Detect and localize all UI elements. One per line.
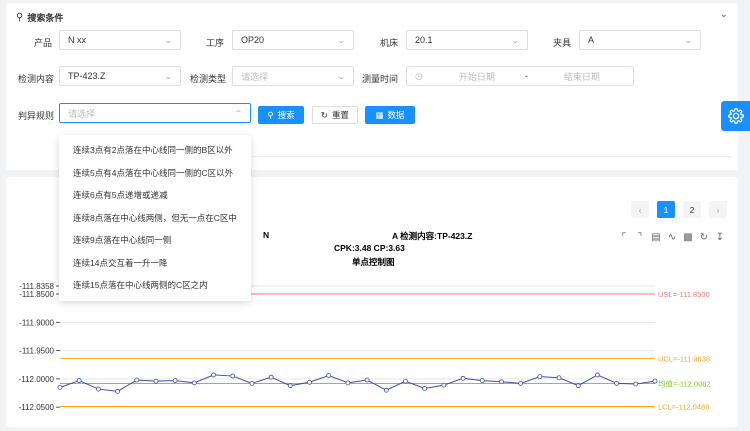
- page-2-button[interactable]: 2: [683, 201, 701, 218]
- inspect-type-placeholder: 请选择: [241, 71, 269, 82]
- rule-option[interactable]: 连续3点有2点落在中心线同一侧的B区以外: [59, 139, 251, 162]
- chevron-down-icon: ⌄: [684, 35, 694, 45]
- reset-button[interactable]: ↻ 重置: [312, 106, 358, 124]
- chevron-down-icon: ⌄: [164, 35, 174, 45]
- line-chart-icon[interactable]: ∿: [666, 231, 678, 243]
- page-1-button[interactable]: 1: [657, 201, 675, 218]
- table-icon: ▦: [375, 109, 384, 120]
- search-panel-title: 搜索条件: [27, 13, 64, 23]
- search-icon: ⚲: [267, 109, 274, 120]
- start-date-input[interactable]: 开始日期: [459, 70, 495, 83]
- date-separator: -: [524, 71, 528, 81]
- rule-select[interactable]: 请选择 ⌃: [59, 103, 251, 123]
- fixture-select[interactable]: A ⌄: [579, 30, 701, 50]
- machine-select[interactable]: 20.1 ⌄: [406, 30, 528, 50]
- process-select[interactable]: OP20 ⌄: [232, 30, 354, 50]
- chart-title-product: N: [263, 230, 270, 240]
- rule-dropdown: 连续3点有2点落在中心线同一侧的B区以外 连续5点有4点落在中心线同一侧的C区以外…: [59, 135, 251, 301]
- zoom-reset-icon[interactable]: ⌝: [634, 231, 646, 243]
- data-view-icon[interactable]: ▤: [650, 231, 662, 243]
- chevron-down-icon: ⌄: [337, 35, 347, 45]
- prev-page-button[interactable]: ‹: [631, 201, 649, 218]
- inspect-type-label: 检测类型: [189, 74, 226, 84]
- pagination: ‹ 1 2 ›: [631, 201, 727, 218]
- machine-value: 20.1: [415, 35, 433, 45]
- search-icon: ⚲: [16, 12, 24, 23]
- chevron-down-icon[interactable]: ⌄: [720, 9, 728, 20]
- inspect-type-select[interactable]: 请选择 ⌄: [232, 66, 354, 86]
- clock-icon: ◷: [415, 70, 423, 81]
- end-date-input[interactable]: 结束日期: [564, 70, 600, 83]
- fixture-value: A: [588, 35, 595, 45]
- reset-button-label: 重置: [332, 110, 350, 120]
- rule-option[interactable]: 连续14点交互着一升一降: [59, 252, 251, 275]
- process-value: OP20: [241, 35, 265, 45]
- product-select[interactable]: N xx ⌄: [59, 30, 181, 50]
- chevron-down-icon: ⌄: [511, 35, 521, 45]
- chevron-down-icon: ⌄: [337, 71, 347, 81]
- chart-title-inspect: A 检测内容:TP-423.Z: [392, 231, 473, 241]
- product-value: N xx: [68, 35, 86, 45]
- restore-icon[interactable]: ↻: [698, 231, 710, 243]
- rule-option[interactable]: 连续9点落在中心线同一侧: [59, 229, 251, 252]
- rule-option[interactable]: 连续6点有5点递增或递减: [59, 184, 251, 207]
- search-panel-header[interactable]: ⚲ 搜索条件: [16, 11, 63, 24]
- measure-time-range[interactable]: ◷ 开始日期 - 结束日期: [406, 66, 634, 86]
- rule-option[interactable]: 连续15点落在中心线两侧的C区之内: [59, 274, 251, 297]
- rule-option[interactable]: 连续8点落在中心线两侧，但无一点在C区中: [59, 207, 251, 230]
- inspect-content-label: 检测内容: [17, 74, 54, 84]
- measure-time-label: 测量时间: [361, 74, 398, 84]
- next-page-button[interactable]: ›: [709, 201, 727, 218]
- chevron-down-icon: ⌄: [164, 71, 174, 81]
- data-button[interactable]: ▦ 数据: [365, 106, 415, 124]
- chart-cpk: CPK:3.48 CP:3.63: [334, 243, 405, 253]
- gear-icon: [727, 108, 744, 124]
- fixture-label: 夹具: [552, 38, 571, 48]
- inspect-content-select[interactable]: TP-423.Z ⌄: [59, 66, 181, 86]
- download-icon[interactable]: ↧: [714, 231, 726, 243]
- chart-subtitle: 单点控制图: [352, 257, 395, 267]
- bar-chart-icon[interactable]: ▩: [682, 231, 694, 243]
- zoom-select-icon[interactable]: ⌜: [618, 231, 630, 243]
- refresh-icon: ↻: [320, 109, 329, 120]
- rule-placeholder: 请选择: [68, 108, 96, 119]
- inspect-content-value: TP-423.Z: [68, 71, 106, 81]
- rule-label: 判异规则: [17, 111, 54, 121]
- process-label: 工序: [205, 38, 224, 48]
- search-button[interactable]: ⚲ 搜索: [258, 106, 304, 124]
- chevron-up-icon: ⌃: [234, 108, 244, 118]
- data-button-label: 数据: [387, 110, 405, 120]
- search-button-label: 搜索: [277, 110, 295, 120]
- settings-button[interactable]: [721, 101, 750, 131]
- machine-label: 机床: [379, 38, 398, 48]
- rule-option[interactable]: 连续5点有4点落在中心线同一侧的C区以外: [59, 162, 251, 185]
- product-label: 产品: [33, 38, 52, 48]
- chart-toolbar: ⌜ ⌝ ▤ ∿ ▩ ↻ ↧: [618, 231, 726, 243]
